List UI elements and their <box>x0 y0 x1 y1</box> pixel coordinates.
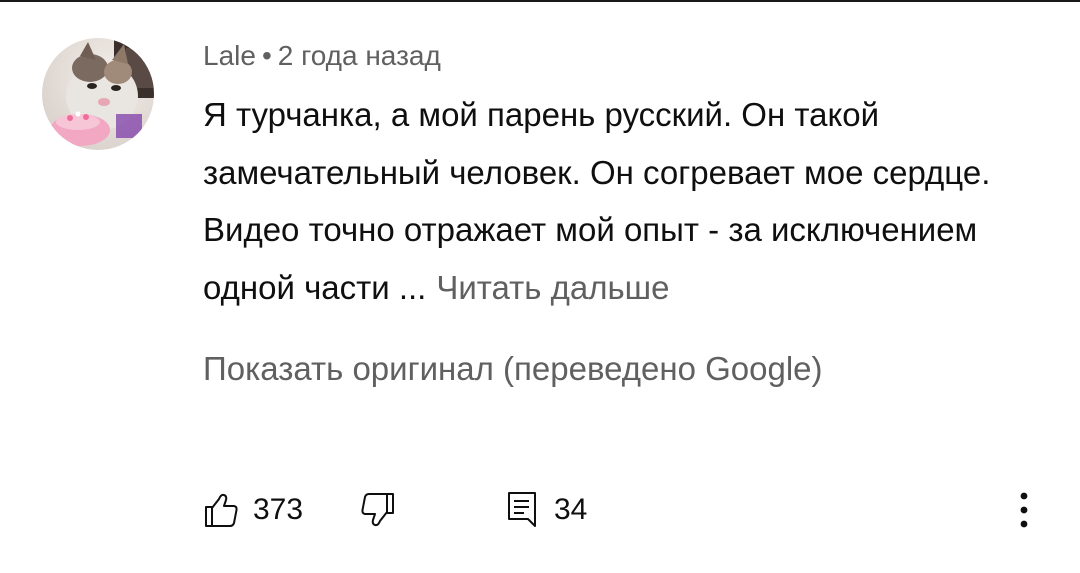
like-button[interactable]: 373 <box>203 488 303 532</box>
thumbs-down-icon <box>361 493 394 527</box>
top-divider <box>0 0 1080 2</box>
more-vert-icon <box>1020 492 1028 528</box>
show-original-link[interactable]: Показать оригинал (переведено Google) <box>203 350 823 388</box>
read-more-link[interactable]: Читать дальше <box>436 269 669 306</box>
like-count: 373 <box>253 493 304 526</box>
meta-separator: • <box>261 40 272 71</box>
comment-icon <box>508 492 536 527</box>
author-name[interactable]: Lale <box>203 40 256 71</box>
comment-meta: Lale • 2 года назад <box>203 40 441 72</box>
comment-body: Я турчанка, а мой парень русский. Он так… <box>203 86 1043 316</box>
reply-count: 34 <box>554 493 588 526</box>
reply-button[interactable]: 34 <box>506 488 587 532</box>
thumbs-up-icon <box>205 493 238 527</box>
dislike-button[interactable] <box>360 488 396 532</box>
comment-timestamp[interactable]: 2 года назад <box>278 40 441 71</box>
avatar-image <box>42 38 154 150</box>
avatar[interactable] <box>42 38 154 150</box>
more-options-button[interactable] <box>1012 490 1036 530</box>
